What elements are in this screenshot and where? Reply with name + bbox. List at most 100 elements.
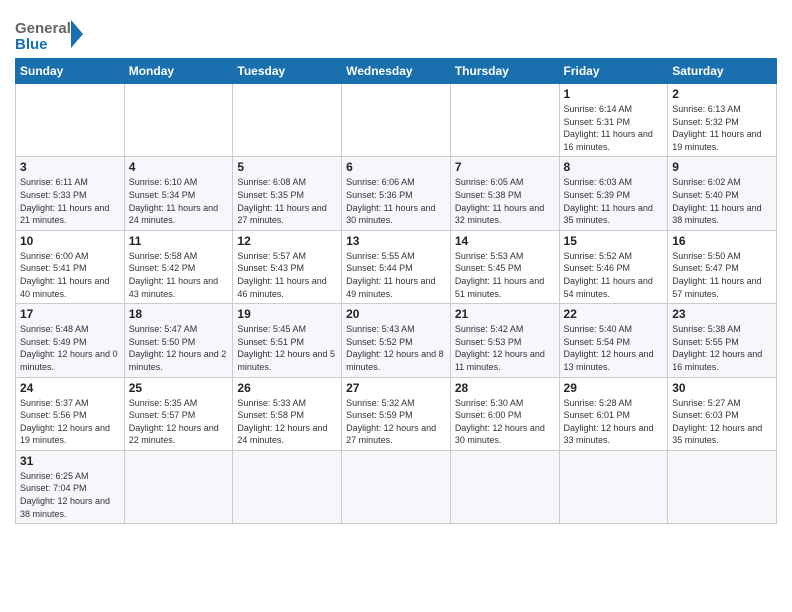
day-number: 2 [672, 87, 772, 101]
day-header-wednesday: Wednesday [342, 59, 451, 84]
day-number: 29 [564, 381, 664, 395]
day-number: 3 [20, 160, 120, 174]
calendar-cell: 30Sunrise: 5:27 AM Sunset: 6:03 PM Dayli… [668, 377, 777, 450]
cell-info: Sunrise: 5:37 AM Sunset: 5:56 PM Dayligh… [20, 397, 120, 447]
calendar-cell: 13 Sunrise: 5:55 AM Sunset: 5:44 PM Dayli… [342, 230, 451, 303]
calendar-cell [233, 450, 342, 523]
day-number: 22 [564, 307, 664, 321]
calendar-cell: 24Sunrise: 5:37 AM Sunset: 5:56 PM Dayli… [16, 377, 125, 450]
calendar-cell: 5Sunrise: 6:08 AM Sunset: 5:35 PM Daylig… [233, 157, 342, 230]
day-header-friday: Friday [559, 59, 668, 84]
calendar-week-1: 1 Sunrise: 6:14 AM Sunset: 5:31 PM Daylig… [16, 84, 777, 157]
cell-info: Sunrise: 5:58 AM Sunset: 5:42 PM Dayligh… [129, 250, 229, 300]
calendar-cell: 9Sunrise: 6:02 AM Sunset: 5:40 PM Daylig… [668, 157, 777, 230]
calendar-cell: 7 Sunrise: 6:05 AM Sunset: 5:38 PM Daylig… [450, 157, 559, 230]
calendar-week-3: 10Sunrise: 6:00 AM Sunset: 5:41 PM Dayli… [16, 230, 777, 303]
calendar-cell: 3 Sunrise: 6:11 AM Sunset: 5:33 PM Daylig… [16, 157, 125, 230]
calendar-cell [16, 84, 125, 157]
day-number: 26 [237, 381, 337, 395]
cell-info: Sunrise: 5:48 AM Sunset: 5:49 PM Dayligh… [20, 323, 120, 373]
calendar-cell: 16 Sunrise: 5:50 AM Sunset: 5:47 PM Dayli… [668, 230, 777, 303]
calendar-cell [342, 84, 451, 157]
calendar-cell: 4 Sunrise: 6:10 AM Sunset: 5:34 PM Daylig… [124, 157, 233, 230]
day-number: 15 [564, 234, 664, 248]
calendar-cell: 29 Sunrise: 5:28 AM Sunset: 6:01 PM Dayli… [559, 377, 668, 450]
calendar-cell: 14 Sunrise: 5:53 AM Sunset: 5:45 PM Dayli… [450, 230, 559, 303]
calendar-header: SundayMondayTuesdayWednesdayThursdayFrid… [16, 59, 777, 84]
day-number: 19 [237, 307, 337, 321]
cell-info: Sunrise: 6:08 AM Sunset: 5:35 PM Dayligh… [237, 176, 337, 226]
calendar-cell: 1 Sunrise: 6:14 AM Sunset: 5:31 PM Daylig… [559, 84, 668, 157]
calendar-cell: 18 Sunrise: 5:47 AM Sunset: 5:50 PM Dayli… [124, 304, 233, 377]
calendar-cell: 27Sunrise: 5:32 AM Sunset: 5:59 PM Dayli… [342, 377, 451, 450]
cell-info: Sunrise: 5:45 AM Sunset: 5:51 PM Dayligh… [237, 323, 337, 373]
calendar-cell: 28 Sunrise: 5:30 AM Sunset: 6:00 PM Dayli… [450, 377, 559, 450]
day-number: 10 [20, 234, 120, 248]
header: GeneralBlue [15, 10, 777, 52]
svg-text:General: General [15, 20, 71, 37]
calendar-cell [124, 84, 233, 157]
cell-info: Sunrise: 6:10 AM Sunset: 5:34 PM Dayligh… [129, 176, 229, 226]
cell-info: Sunrise: 5:28 AM Sunset: 6:01 PM Dayligh… [564, 397, 664, 447]
day-number: 14 [455, 234, 555, 248]
cell-info: Sunrise: 5:38 AM Sunset: 5:55 PM Dayligh… [672, 323, 772, 373]
day-header-monday: Monday [124, 59, 233, 84]
day-number: 4 [129, 160, 229, 174]
cell-info: Sunrise: 5:50 AM Sunset: 5:47 PM Dayligh… [672, 250, 772, 300]
svg-text:Blue: Blue [15, 36, 48, 52]
calendar-cell: 8Sunrise: 6:03 AM Sunset: 5:39 PM Daylig… [559, 157, 668, 230]
day-headers-row: SundayMondayTuesdayWednesdayThursdayFrid… [16, 59, 777, 84]
cell-info: Sunrise: 5:43 AM Sunset: 5:52 PM Dayligh… [346, 323, 446, 373]
calendar-week-4: 17Sunrise: 5:48 AM Sunset: 5:49 PM Dayli… [16, 304, 777, 377]
calendar-cell: 20 Sunrise: 5:43 AM Sunset: 5:52 PM Dayli… [342, 304, 451, 377]
logo: GeneralBlue [15, 16, 85, 52]
calendar-cell: 22 Sunrise: 5:40 AM Sunset: 5:54 PM Dayli… [559, 304, 668, 377]
cell-info: Sunrise: 6:06 AM Sunset: 5:36 PM Dayligh… [346, 176, 446, 226]
day-number: 12 [237, 234, 337, 248]
cell-info: Sunrise: 6:11 AM Sunset: 5:33 PM Dayligh… [20, 176, 120, 226]
day-number: 16 [672, 234, 772, 248]
cell-info: Sunrise: 6:05 AM Sunset: 5:38 PM Dayligh… [455, 176, 555, 226]
calendar-cell [450, 84, 559, 157]
calendar-cell: 11Sunrise: 5:58 AM Sunset: 5:42 PM Dayli… [124, 230, 233, 303]
cell-info: Sunrise: 5:53 AM Sunset: 5:45 PM Dayligh… [455, 250, 555, 300]
day-number: 7 [455, 160, 555, 174]
cell-info: Sunrise: 5:33 AM Sunset: 5:58 PM Dayligh… [237, 397, 337, 447]
cell-info: Sunrise: 5:30 AM Sunset: 6:00 PM Dayligh… [455, 397, 555, 447]
day-number: 20 [346, 307, 446, 321]
calendar-cell: 26 Sunrise: 5:33 AM Sunset: 5:58 PM Dayli… [233, 377, 342, 450]
calendar-cell: 10Sunrise: 6:00 AM Sunset: 5:41 PM Dayli… [16, 230, 125, 303]
calendar-cell: 12 Sunrise: 5:57 AM Sunset: 5:43 PM Dayli… [233, 230, 342, 303]
day-number: 25 [129, 381, 229, 395]
cell-info: Sunrise: 5:57 AM Sunset: 5:43 PM Dayligh… [237, 250, 337, 300]
day-number: 9 [672, 160, 772, 174]
cell-info: Sunrise: 6:25 AM Sunset: 7:04 PM Dayligh… [20, 470, 120, 520]
cell-info: Sunrise: 5:55 AM Sunset: 5:44 PM Dayligh… [346, 250, 446, 300]
day-number: 28 [455, 381, 555, 395]
calendar-cell: 19 Sunrise: 5:45 AM Sunset: 5:51 PM Dayli… [233, 304, 342, 377]
day-number: 21 [455, 307, 555, 321]
day-header-thursday: Thursday [450, 59, 559, 84]
calendar-week-2: 3 Sunrise: 6:11 AM Sunset: 5:33 PM Daylig… [16, 157, 777, 230]
day-header-tuesday: Tuesday [233, 59, 342, 84]
cell-info: Sunrise: 6:14 AM Sunset: 5:31 PM Dayligh… [564, 103, 664, 153]
day-header-saturday: Saturday [668, 59, 777, 84]
cell-info: Sunrise: 5:40 AM Sunset: 5:54 PM Dayligh… [564, 323, 664, 373]
calendar-cell: 25 Sunrise: 5:35 AM Sunset: 5:57 PM Dayli… [124, 377, 233, 450]
day-number: 1 [564, 87, 664, 101]
calendar-cell: 23Sunrise: 5:38 AM Sunset: 5:55 PM Dayli… [668, 304, 777, 377]
day-number: 27 [346, 381, 446, 395]
cell-info: Sunrise: 5:52 AM Sunset: 5:46 PM Dayligh… [564, 250, 664, 300]
day-number: 18 [129, 307, 229, 321]
day-number: 8 [564, 160, 664, 174]
cell-info: Sunrise: 5:35 AM Sunset: 5:57 PM Dayligh… [129, 397, 229, 447]
cell-info: Sunrise: 5:47 AM Sunset: 5:50 PM Dayligh… [129, 323, 229, 373]
calendar-cell: 2 Sunrise: 6:13 AM Sunset: 5:32 PM Daylig… [668, 84, 777, 157]
calendar-cell: 15 Sunrise: 5:52 AM Sunset: 5:46 PM Dayli… [559, 230, 668, 303]
day-number: 31 [20, 454, 120, 468]
calendar-cell: 17Sunrise: 5:48 AM Sunset: 5:49 PM Dayli… [16, 304, 125, 377]
cell-info: Sunrise: 6:13 AM Sunset: 5:32 PM Dayligh… [672, 103, 772, 153]
calendar-body: 1 Sunrise: 6:14 AM Sunset: 5:31 PM Daylig… [16, 84, 777, 524]
calendar-cell [450, 450, 559, 523]
day-number: 13 [346, 234, 446, 248]
